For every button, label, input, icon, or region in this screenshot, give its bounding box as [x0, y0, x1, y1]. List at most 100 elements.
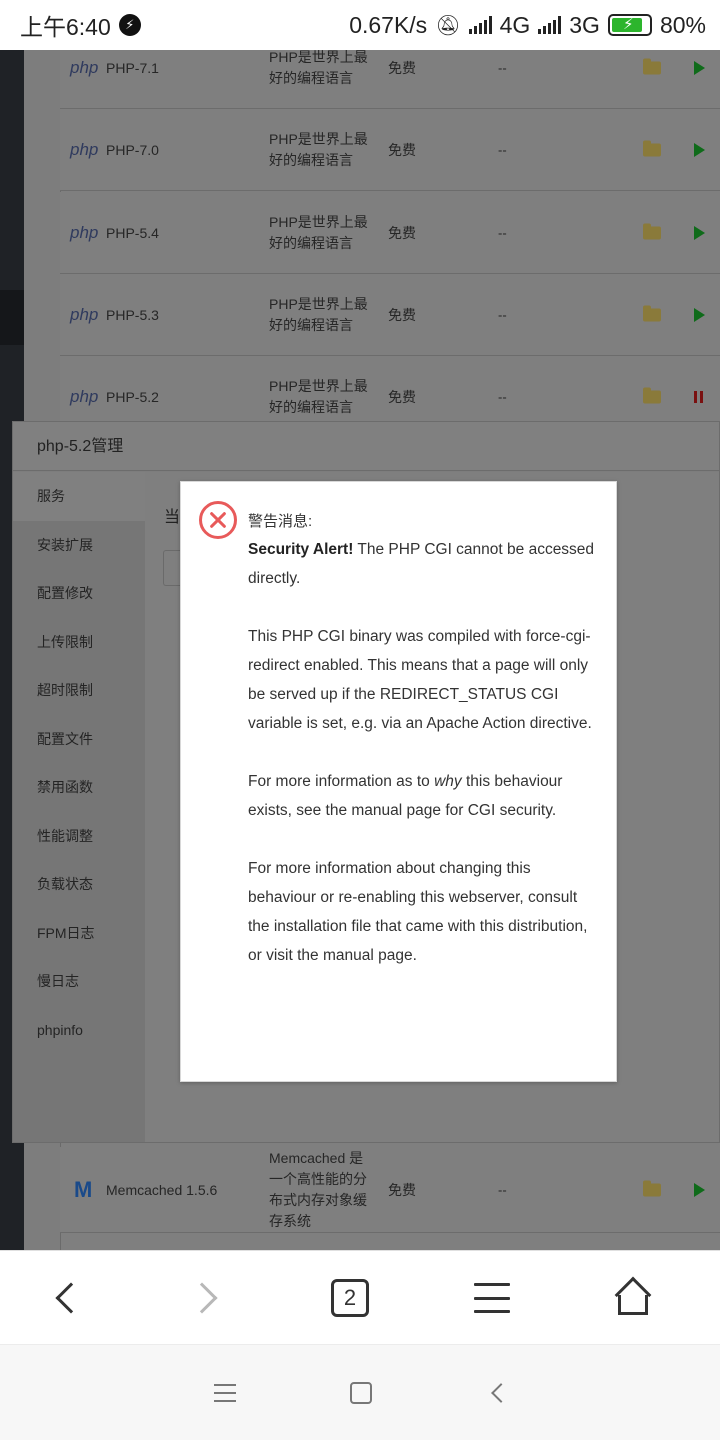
play-icon[interactable] [694, 1182, 705, 1197]
software-name: PHP-7.0 [106, 141, 159, 158]
alert-paragraph-1: Security Alert! The PHP CGI cannot be ac… [248, 535, 598, 593]
dialog-title: php-5.2管理 [13, 422, 719, 471]
software-desc: Memcached 是一个高性能的分布式内存对象缓存系统 [269, 1149, 367, 1229]
battery-icon: ⚡ [607, 14, 652, 36]
hamburger-icon [474, 1283, 510, 1313]
tabs-button[interactable]: 2 [310, 1251, 390, 1345]
chevron-left-icon [55, 1282, 87, 1314]
software-expire: -- [498, 1182, 507, 1197]
play-icon[interactable] [694, 60, 705, 75]
menu-item-disabled-functions[interactable]: 禁用函数 [13, 763, 145, 812]
alert-message: Security Alert! The PHP CGI cannot be ac… [248, 535, 598, 970]
table-row[interactable]: php PHP-7.0 PHP是世界上最好的编程语言 免费 -- [60, 109, 720, 191]
table-row[interactable]: M Memcached 1.5.6 Memcached 是一个高性能的分布式内存… [60, 1147, 720, 1233]
software-price: 免费 [388, 59, 416, 76]
software-expire: -- [498, 142, 507, 157]
software-expire: -- [498, 60, 507, 75]
folder-icon[interactable] [643, 305, 661, 321]
manager-menu: 服务 安装扩展 配置修改 上传限制 超时限制 配置文件 禁用函数 性能调整 负载… [13, 472, 145, 1142]
net-3g: 3G [569, 11, 600, 38]
home-icon [614, 1276, 652, 1316]
battery-percent: 80% [659, 11, 706, 38]
recent-apps-button[interactable] [195, 1345, 255, 1440]
net-speed: 0.67K/s [349, 11, 428, 38]
software-name: PHP-5.4 [106, 224, 159, 241]
back-arrow-icon [491, 1383, 511, 1403]
alert-bold-heading: Security Alert! [248, 541, 354, 558]
menu-item-slow-log[interactable]: 慢日志 [13, 957, 145, 1006]
status-bar: 上午6:40 ⚡ 0.67K/s 🔕︎ 4G 3G ⚡ 80% [0, 0, 720, 50]
software-desc: PHP是世界上最好的编程语言 [269, 213, 368, 251]
folder-icon[interactable] [643, 140, 661, 156]
menu-item-timeout-limit[interactable]: 超时限制 [13, 666, 145, 715]
software-name: Memcached 1.5.6 [106, 1181, 218, 1198]
software-name: PHP-5.3 [106, 306, 159, 323]
menu-button[interactable] [452, 1251, 532, 1345]
software-name: PHP-5.2 [106, 388, 159, 405]
signal-icon-2 [538, 16, 562, 34]
system-back-button[interactable] [468, 1345, 528, 1440]
menu-item-upload-limit[interactable]: 上传限制 [13, 618, 145, 667]
home-button[interactable] [593, 1251, 673, 1345]
table-row[interactable]: php PHP-5.3 PHP是世界上最好的编程语言 免费 -- [60, 274, 720, 356]
php-logo-icon: php [70, 222, 99, 242]
folder-icon[interactable] [643, 58, 661, 74]
browser-toolbar: 2 [0, 1250, 720, 1344]
php-logo-icon: php [70, 57, 99, 77]
software-desc: PHP是世界上最好的编程语言 [269, 377, 368, 415]
alert-paragraph-2: This PHP CGI binary was compiled with fo… [248, 628, 592, 732]
table-row[interactable]: php PHP-7.1 PHP是世界上最好的编程语言 免费 -- [60, 50, 720, 109]
alert-paragraph-3: For more information as to why this beha… [248, 767, 598, 825]
menu-item-config-edit[interactable]: 配置修改 [13, 569, 145, 618]
tab-count: 2 [331, 1279, 369, 1317]
php-logo-icon: php [70, 386, 99, 406]
menu-item-phpinfo[interactable]: phpinfo [13, 1006, 145, 1055]
software-price: 免费 [388, 224, 416, 241]
play-icon[interactable] [694, 225, 705, 240]
square-icon [350, 1382, 372, 1404]
folder-icon[interactable] [643, 1180, 661, 1196]
mute-bell-icon: 🔕︎ [435, 14, 461, 37]
net-4g: 4G [499, 11, 531, 38]
folder-icon[interactable] [643, 387, 661, 403]
software-price: 免费 [388, 1181, 416, 1198]
php-logo-icon: php [70, 139, 99, 159]
alert-p3-a: For more information as to [248, 773, 435, 790]
shield-bolt-icon: ⚡ [118, 14, 141, 36]
play-icon[interactable] [694, 142, 705, 157]
alert-p3-em: why [434, 773, 462, 790]
status-time: 上午6:40 [20, 14, 111, 40]
software-name: PHP-7.1 [106, 59, 159, 76]
menu-item-config-file[interactable]: 配置文件 [13, 715, 145, 764]
software-expire: -- [498, 225, 507, 240]
signal-icon [468, 16, 492, 34]
system-home-button[interactable] [331, 1345, 391, 1440]
software-price: 免费 [388, 388, 416, 405]
software-desc: PHP是世界上最好的编程语言 [269, 295, 368, 333]
alert-title: 警告消息: [248, 513, 313, 530]
menu-item-service[interactable]: 服务 [13, 472, 145, 521]
system-nav-bar [0, 1344, 720, 1440]
back-button[interactable] [26, 1251, 106, 1345]
menu-item-performance[interactable]: 性能调整 [13, 812, 145, 861]
body-text-fragment: 当 [164, 509, 181, 526]
software-expire: -- [498, 389, 507, 404]
forward-button[interactable] [167, 1251, 247, 1345]
software-price: 免费 [388, 141, 416, 158]
folder-icon[interactable] [643, 223, 661, 239]
chevron-right-icon [186, 1282, 218, 1314]
menu-item-fpm-log[interactable]: FPM日志 [13, 909, 145, 958]
software-price: 免费 [388, 306, 416, 323]
play-icon[interactable] [694, 307, 705, 322]
alert-paragraph-4: For more information about changing this… [248, 860, 588, 964]
error-x-icon [199, 501, 237, 539]
security-alert-dialog: 警告消息: Security Alert! The PHP CGI cannot… [180, 481, 617, 1082]
php-logo-icon: php [70, 304, 99, 324]
menu-icon [214, 1384, 236, 1402]
memcached-logo-icon: M [74, 1176, 93, 1202]
software-desc: PHP是世界上最好的编程语言 [269, 130, 368, 168]
pause-icon[interactable] [694, 390, 704, 403]
menu-item-load-status[interactable]: 负载状态 [13, 860, 145, 909]
menu-item-install-extension[interactable]: 安装扩展 [13, 521, 145, 570]
table-row[interactable]: php PHP-5.4 PHP是世界上最好的编程语言 免费 -- [60, 192, 720, 274]
